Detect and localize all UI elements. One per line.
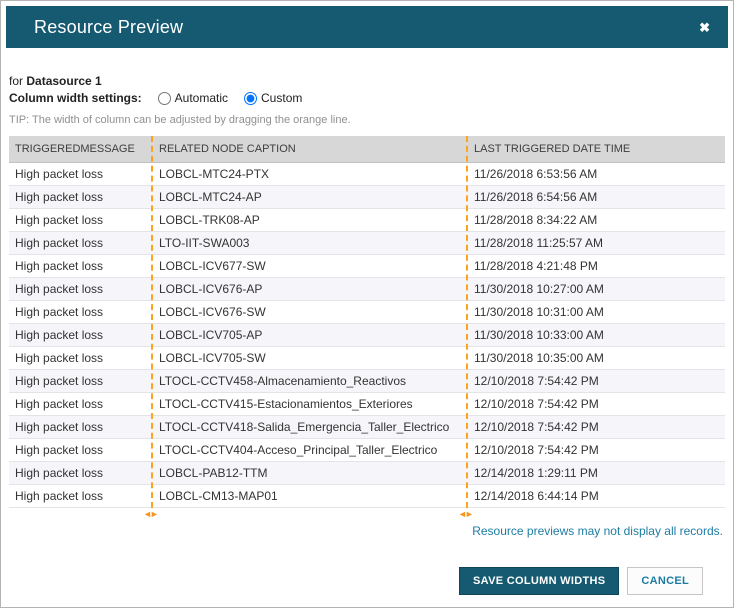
table-cell: LOBCL-TRK08-AP — [153, 208, 468, 232]
table-cell: High packet loss — [9, 484, 153, 508]
table-cell: 11/26/2018 6:53:56 AM — [468, 162, 725, 186]
for-label: for — [9, 74, 24, 88]
records-note: Resource previews may not display all re… — [472, 524, 723, 538]
close-icon[interactable]: ✖ — [699, 21, 710, 34]
table-row: High packet loss LOBCL-ICV676-SW 11/30/201… — [9, 300, 725, 324]
table-cell: 11/28/2018 4:21:48 PM — [468, 254, 725, 278]
save-column-widths-button[interactable]: SAVE COLUMN WIDTHS — [459, 567, 620, 595]
table-cell: 11/30/2018 10:27:00 AM — [468, 277, 725, 301]
table-cell: High packet loss — [9, 162, 153, 186]
table-row: High packet loss LOBCL-MTC24-AP 11/26/2018… — [9, 185, 725, 209]
table-cell: High packet loss — [9, 392, 153, 416]
modal-title: Resource Preview — [34, 16, 184, 37]
table-row: High packet loss LTO-IIT-SWA003 11/28/2018… — [9, 231, 725, 255]
table-row: High packet loss LOBCL-ICV676-AP 11/30/201… — [9, 277, 725, 301]
radio-option-automatic[interactable]: Automatic — [157, 91, 229, 105]
table-row: High packet loss LOBCL-CM13-MAP01 12/14/20… — [9, 484, 725, 508]
table-cell: 11/26/2018 6:54:56 AM — [468, 185, 725, 209]
column-header-last-triggered-date-time: LAST TRIGGERED DATE TIME — [468, 136, 725, 163]
table-cell: High packet loss — [9, 254, 153, 278]
table-row: High packet loss LTOCL-CCTV415-Estacionam… — [9, 392, 725, 416]
table-row: High packet loss LOBCL-ICV705-AP 11/30/201… — [9, 323, 725, 347]
table-cell: High packet loss — [9, 231, 153, 255]
table-row: High packet loss LTOCL-CCTV418-Salida_Eme… — [9, 415, 725, 439]
datasource-name: Datasource 1 — [26, 74, 102, 88]
radio-custom-label: Custom — [261, 91, 303, 105]
table-cell: LOBCL-PAB12-TTM — [153, 461, 468, 485]
table-cell: LOBCL-CM13-MAP01 — [153, 484, 468, 508]
table-body: High packet loss LOBCL-MTC24-PTX 11/26/201… — [9, 162, 725, 508]
column-divider-handle-icon[interactable]: ◄► — [458, 509, 474, 519]
table-cell: 12/10/2018 7:54:42 PM — [468, 369, 725, 393]
table-cell: 12/10/2018 7:54:42 PM — [468, 415, 725, 439]
table-cell: High packet loss — [9, 300, 153, 324]
radio-automatic-label: Automatic — [174, 91, 229, 105]
table-cell: LTOCL-CCTV418-Salida_Emergencia_Taller_E… — [153, 415, 468, 439]
table-cell: LOBCL-ICV705-SW — [153, 346, 468, 370]
radio-custom[interactable] — [244, 91, 258, 105]
table-cell: LTOCL-CCTV458-Almacenamiento_Reactivos — [153, 369, 468, 393]
column-header-related-node-caption: RELATED NODE CAPTION — [153, 136, 468, 163]
table-cell: High packet loss — [9, 461, 153, 485]
table-cell: 12/14/2018 1:29:11 PM — [468, 461, 725, 485]
table-row: High packet loss LTOCL-CCTV404-Acceso_Pri… — [9, 438, 725, 462]
table-cell: 12/14/2018 6:44:14 PM — [468, 484, 725, 508]
column-divider-line[interactable] — [466, 136, 468, 508]
table-cell: High packet loss — [9, 208, 153, 232]
resource-preview-modal: Resource Preview ✖ for Datasource 1 Colu… — [0, 0, 734, 608]
table-row: High packet loss LOBCL-PAB12-TTM 12/14/201… — [9, 461, 725, 485]
table-cell: High packet loss — [9, 185, 153, 209]
table-cell: 12/10/2018 7:54:42 PM — [468, 438, 725, 462]
table-row: High packet loss LOBCL-ICV705-SW 11/30/201… — [9, 346, 725, 370]
table-cell: LTOCL-CCTV404-Acceso_Principal_Taller_El… — [153, 438, 468, 462]
modal-header: Resource Preview ✖ — [6, 6, 728, 48]
modal-footer: SAVE COLUMN WIDTHS CANCEL — [459, 567, 703, 595]
modal-body: for Datasource 1 Column width settings: … — [1, 74, 733, 538]
table-cell: High packet loss — [9, 277, 153, 301]
table-cell: LTO-IIT-SWA003 — [153, 231, 468, 255]
table-cell: 12/10/2018 7:54:42 PM — [468, 392, 725, 416]
settings-label: Column width settings: — [9, 91, 142, 105]
datasource-line: for Datasource 1 — [9, 74, 725, 88]
table-cell: LOBCL-MTC24-AP — [153, 185, 468, 209]
table-cell: LOBCL-ICV677-SW — [153, 254, 468, 278]
column-width-settings: Column width settings: Automatic Custom — [9, 91, 725, 105]
table-cell: High packet loss — [9, 346, 153, 370]
tip-text: TIP: The width of column can be adjusted… — [9, 114, 351, 126]
table-cell: High packet loss — [9, 438, 153, 462]
column-divider-handle-icon[interactable]: ◄► — [143, 509, 159, 519]
table-row: High packet loss LOBCL-ICV677-SW 11/28/201… — [9, 254, 725, 278]
table-row: High packet loss LOBCL-TRK08-AP 11/28/2018… — [9, 208, 725, 232]
table-cell: 11/28/2018 11:25:57 AM — [468, 231, 725, 255]
table-cell: High packet loss — [9, 369, 153, 393]
table-cell: High packet loss — [9, 323, 153, 347]
cancel-button[interactable]: CANCEL — [627, 567, 703, 595]
preview-table-wrap: TRIGGEREDMESSAGE RELATED NODE CAPTION LA… — [9, 136, 725, 519]
table-cell: High packet loss — [9, 415, 153, 439]
column-header-triggeredmessage: TRIGGEREDMESSAGE — [9, 136, 153, 163]
radio-automatic[interactable] — [157, 91, 171, 105]
table-cell: 11/30/2018 10:31:00 AM — [468, 300, 725, 324]
table-cell: LOBCL-ICV705-AP — [153, 323, 468, 347]
table-cell: LOBCL-MTC24-PTX — [153, 162, 468, 186]
table-cell: 11/28/2018 8:34:22 AM — [468, 208, 725, 232]
table-cell: LOBCL-ICV676-SW — [153, 300, 468, 324]
table-cell: LOBCL-ICV676-AP — [153, 277, 468, 301]
table-row: High packet loss LOBCL-MTC24-PTX 11/26/201… — [9, 162, 725, 186]
radio-option-custom[interactable]: Custom — [244, 91, 302, 105]
table-header-row: TRIGGEREDMESSAGE RELATED NODE CAPTION LA… — [9, 136, 725, 163]
table-row: High packet loss LTOCL-CCTV458-Almacenami… — [9, 369, 725, 393]
table-cell: LTOCL-CCTV415-Estacionamientos_Exteriore… — [153, 392, 468, 416]
column-divider-line[interactable] — [151, 136, 153, 508]
table-cell: 11/30/2018 10:35:00 AM — [468, 346, 725, 370]
preview-table: TRIGGEREDMESSAGE RELATED NODE CAPTION LA… — [9, 136, 725, 508]
table-cell: 11/30/2018 10:33:00 AM — [468, 323, 725, 347]
